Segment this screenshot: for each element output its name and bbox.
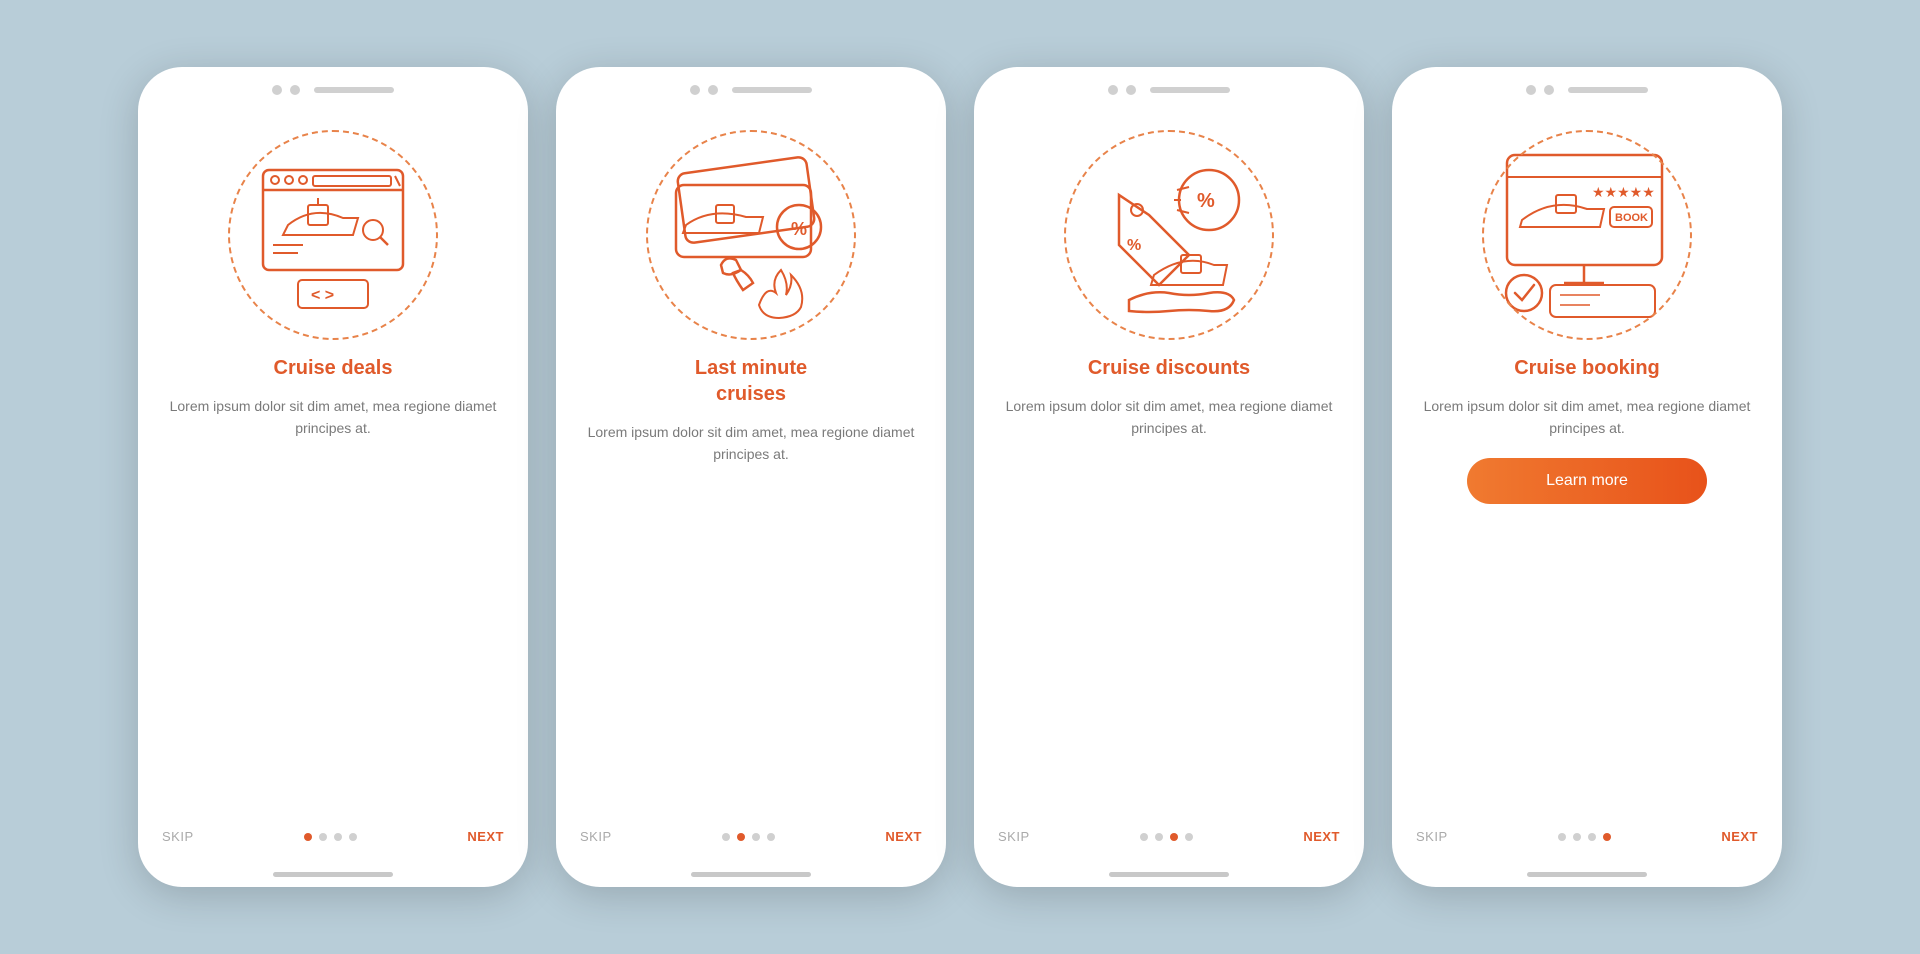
phone-content-4: Cruise booking Lorem ipsum dolor sit dim… [1392, 355, 1782, 584]
phone-dot-3 [690, 85, 700, 95]
next-button-1[interactable]: NEXT [467, 829, 504, 844]
phone-dot-5 [1108, 85, 1118, 95]
dot-4-1 [1558, 833, 1566, 841]
dashed-circle-2 [646, 130, 856, 340]
phone-cruise-deals: < > Cruise deals Lorem ipsum dolor sit d… [138, 67, 528, 887]
last-minute-desc: Lorem ipsum dolor sit dim amet, mea regi… [584, 421, 918, 466]
phone-content-1: Cruise deals Lorem ipsum dolor sit dim a… [138, 355, 528, 584]
dot-4-4 [1603, 833, 1611, 841]
phone-notch-bar-4 [1568, 87, 1648, 93]
home-bar-3 [1109, 872, 1229, 877]
dot-1-3 [334, 833, 342, 841]
phone-bottom-1: SKIP NEXT [138, 813, 528, 872]
cruise-deals-desc: Lorem ipsum dolor sit dim amet, mea regi… [166, 395, 500, 440]
next-button-3[interactable]: NEXT [1303, 829, 1340, 844]
phone-dot-2 [290, 85, 300, 95]
cruise-deals-title: Cruise deals [274, 355, 393, 381]
discounts-title: Cruise discounts [1088, 355, 1250, 381]
phone-content-2: Last minute cruises Lorem ipsum dolor si… [556, 355, 946, 584]
phone-top-bar-4 [1392, 67, 1782, 105]
phone-notch-bar-2 [732, 87, 812, 93]
phone-dot-6 [1126, 85, 1136, 95]
phones-container: < > Cruise deals Lorem ipsum dolor sit d… [138, 67, 1782, 887]
dot-3-3 [1170, 833, 1178, 841]
phone-notch-bar-3 [1150, 87, 1230, 93]
dot-2-2 [737, 833, 745, 841]
phone-dot-1 [272, 85, 282, 95]
dot-2-4 [767, 833, 775, 841]
home-bar-4 [1527, 872, 1647, 877]
dashed-circle-1 [228, 130, 438, 340]
phone-bottom-4: SKIP NEXT [1392, 813, 1782, 872]
dots-1 [304, 833, 357, 841]
skip-button-3[interactable]: SKIP [998, 829, 1030, 844]
next-button-2[interactable]: NEXT [885, 829, 922, 844]
phone-last-minute: % Last minute cruises Lorem ipsum dolor … [556, 67, 946, 887]
dot-2-1 [722, 833, 730, 841]
booking-desc: Lorem ipsum dolor sit dim amet, mea regi… [1420, 395, 1754, 440]
booking-title: Cruise booking [1514, 355, 1660, 381]
dot-3-2 [1155, 833, 1163, 841]
phone-content-3: Cruise discounts Lorem ipsum dolor sit d… [974, 355, 1364, 584]
phone-bottom-3: SKIP NEXT [974, 813, 1364, 872]
dot-4-3 [1588, 833, 1596, 841]
illustration-booking: ★★★★★ BOOK [1467, 115, 1707, 355]
phone-notch-bar [314, 87, 394, 93]
illustration-cruise-deals: < > [213, 115, 453, 355]
skip-button-1[interactable]: SKIP [162, 829, 194, 844]
dot-3-1 [1140, 833, 1148, 841]
dot-3-4 [1185, 833, 1193, 841]
phone-bottom-2: SKIP NEXT [556, 813, 946, 872]
dashed-circle-4 [1482, 130, 1692, 340]
phone-dot-7 [1526, 85, 1536, 95]
phone-dot-4 [708, 85, 718, 95]
dashed-circle-3 [1064, 130, 1274, 340]
phone-cruise-booking: ★★★★★ BOOK Cruise booking Lorem ipsum do… [1392, 67, 1782, 887]
phone-top-bar [138, 67, 528, 105]
learn-more-button[interactable]: Learn more [1467, 458, 1707, 504]
dot-1-4 [349, 833, 357, 841]
phone-top-bar-2 [556, 67, 946, 105]
home-bar-1 [273, 872, 393, 877]
dots-3 [1140, 833, 1193, 841]
skip-button-4[interactable]: SKIP [1416, 829, 1448, 844]
dot-4-2 [1573, 833, 1581, 841]
home-bar-2 [691, 872, 811, 877]
last-minute-title: Last minute cruises [695, 355, 807, 407]
illustration-discounts: % % [1049, 115, 1289, 355]
dot-2-3 [752, 833, 760, 841]
dots-2 [722, 833, 775, 841]
next-button-4[interactable]: NEXT [1721, 829, 1758, 844]
phone-dot-8 [1544, 85, 1554, 95]
skip-button-2[interactable]: SKIP [580, 829, 612, 844]
dot-1-1 [304, 833, 312, 841]
dot-1-2 [319, 833, 327, 841]
dots-4 [1558, 833, 1611, 841]
discounts-desc: Lorem ipsum dolor sit dim amet, mea regi… [1002, 395, 1336, 440]
phone-cruise-discounts: % % Cruise discounts Lorem ipsum dolor s… [974, 67, 1364, 887]
phone-top-bar-3 [974, 67, 1364, 105]
illustration-last-minute: % [631, 115, 871, 355]
